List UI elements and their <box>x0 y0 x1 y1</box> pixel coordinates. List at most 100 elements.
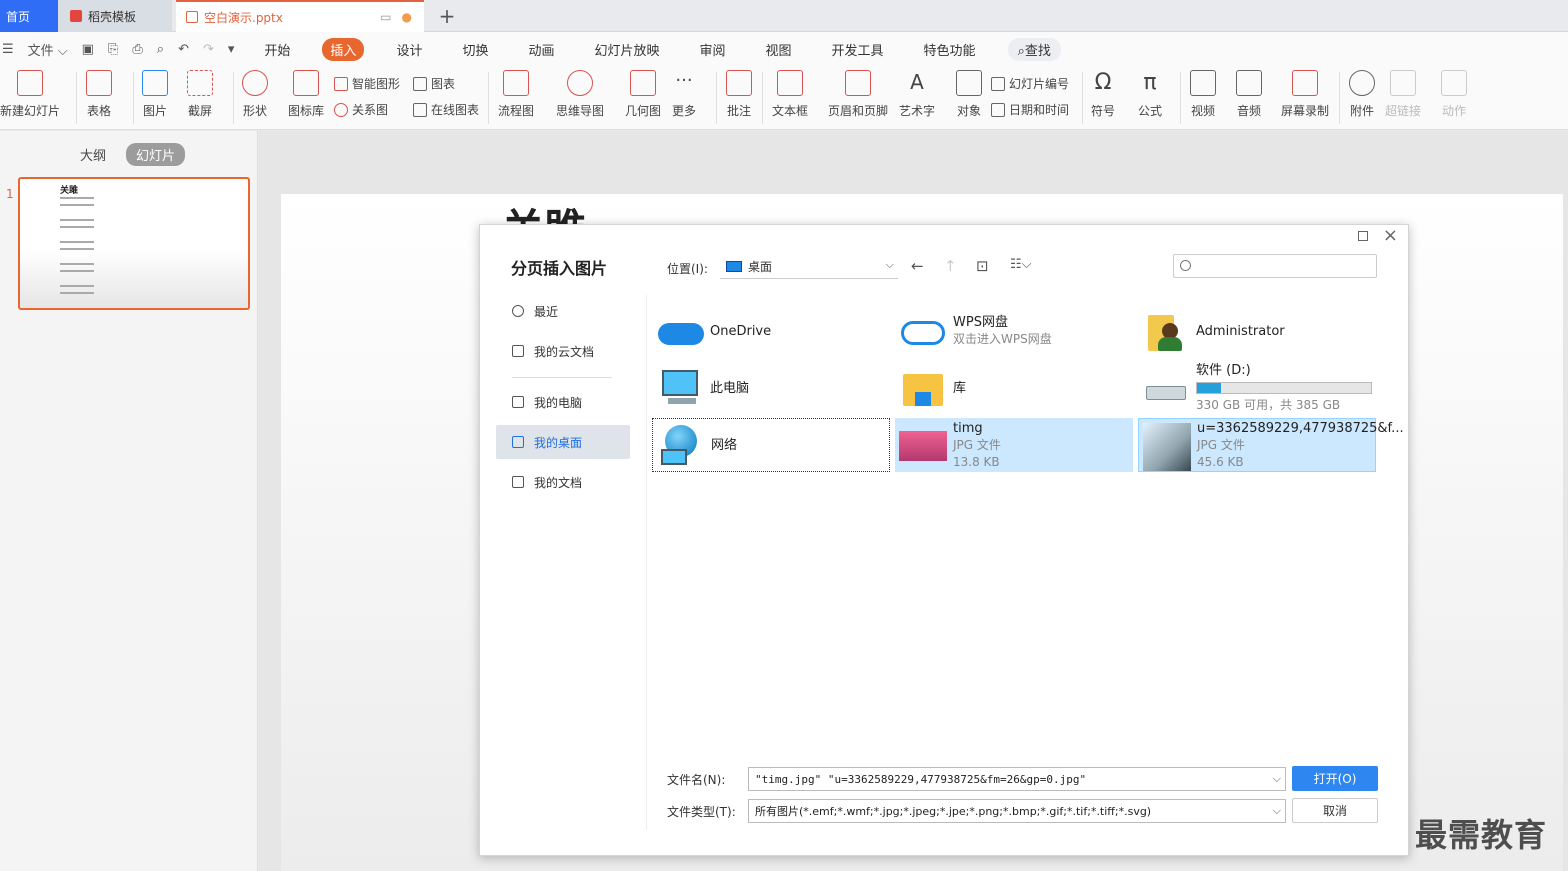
filetype-select[interactable]: 所有图片(*.emf;*.wmf;*.jpg;*.jpeg;*.jpe;*.pn… <box>748 799 1286 823</box>
textbox-button[interactable]: 文本框 <box>772 70 808 119</box>
file-item-drive-d[interactable]: 软件 (D:) 330 GB 可用，共 385 GB <box>1138 361 1376 415</box>
new-tab-button[interactable]: + <box>432 0 462 32</box>
menu-features[interactable]: 特色功能 <box>916 38 984 61</box>
online-chart-label: 在线图表 <box>431 103 480 117</box>
filename-input[interactable]: "timg.jpg" "u=3362589229,477938725&fm=26… <box>748 767 1286 791</box>
nav-my-desktop[interactable]: 我的桌面 <box>496 425 630 459</box>
print-icon[interactable]: ⎙ <box>132 42 142 57</box>
redo-icon[interactable]: ↷ <box>203 42 214 57</box>
file-item-timg[interactable]: timg JPG 文件 13.8 KB <box>895 418 1133 472</box>
calendar-icon <box>991 102 1005 117</box>
nav-my-documents[interactable]: 我的文档 <box>496 465 630 499</box>
menu-file[interactable]: 文件 ⌵ <box>28 40 68 59</box>
menu-start[interactable]: 开始 <box>256 38 298 61</box>
tab-document[interactable]: 空白演示.pptx ▭ ● <box>176 0 424 32</box>
link-icon <box>1390 70 1416 96</box>
close-icon[interactable]: × <box>1383 225 1398 246</box>
file-item-onedrive[interactable]: OneDrive <box>652 304 890 358</box>
relation-button[interactable]: 关系图 <box>334 101 388 118</box>
filetype-label: 文件类型(T): <box>667 805 736 819</box>
cancel-button[interactable]: 取消 <box>1292 798 1378 823</box>
menu-developer[interactable]: 开发工具 <box>824 38 892 61</box>
datetime-button[interactable]: 日期和时间 <box>991 101 1069 118</box>
symbol-button[interactable]: Ω 符号 <box>1090 70 1116 119</box>
action-button[interactable]: 动作 <box>1441 70 1467 119</box>
search-command[interactable]: ⌕查找 <box>1007 37 1061 61</box>
tab-template[interactable]: 稻壳模板 <box>58 0 172 32</box>
tab-bar: 首页 稻壳模板 空白演示.pptx ▭ ● + <box>0 0 1568 32</box>
menu-slideshow[interactable]: 幻灯片放映 <box>586 38 667 61</box>
new-slide-button[interactable]: 新建幻灯片 <box>0 70 60 119</box>
preview-icon[interactable]: ⌕ <box>157 42 164 57</box>
icon-library-button[interactable]: 图标库 <box>288 70 324 119</box>
chart-button[interactable]: 图表 <box>413 75 455 92</box>
file-item-administrator[interactable]: Administrator <box>1138 304 1376 358</box>
new-folder-icon[interactable]: ⊡ <box>976 257 989 275</box>
smart-art-button[interactable]: 智能图形 <box>334 75 400 92</box>
tab-outline[interactable]: 大纲 <box>70 143 116 166</box>
up-arrow-icon[interactable]: ↑ <box>944 257 957 275</box>
flowchart-button[interactable]: 流程图 <box>498 70 534 119</box>
location-dropdown[interactable]: 桌面 ⌵ <box>720 255 898 279</box>
divider <box>233 72 234 124</box>
audio-button[interactable]: 音频 <box>1236 70 1262 119</box>
file-item-this-pc[interactable]: 此电脑 <box>652 361 890 415</box>
file-item-wps-cloud[interactable]: WPS网盘 双击进入WPS网盘 <box>895 304 1133 358</box>
action-label: 动作 <box>1441 104 1466 118</box>
menu-animation[interactable]: 动画 <box>520 38 562 61</box>
view-mode-icon[interactable]: ☷⌵ <box>1010 257 1032 272</box>
save-icon[interactable]: ▣ <box>82 42 94 57</box>
slide-thumbnail[interactable]: 关雎 <box>18 177 250 310</box>
mindmap-button[interactable]: 思维导图 <box>556 70 604 119</box>
nav-my-computer[interactable]: 我的电脑 <box>496 385 630 419</box>
screenshot-label: 截屏 <box>187 104 212 118</box>
chevron-down-icon[interactable]: ⌵ <box>1273 772 1281 786</box>
drive-usage-fill <box>1197 383 1222 393</box>
open-button[interactable]: 打开(O) <box>1292 766 1378 791</box>
nav-cloud-docs[interactable]: 我的云文档 <box>496 334 630 368</box>
header-footer-button[interactable]: 页眉和页脚 <box>828 70 888 119</box>
attachment-button[interactable]: 附件 <box>1349 70 1375 119</box>
chevron-down-icon[interactable]: ⌵ <box>1273 804 1281 818</box>
menu-review[interactable]: 审阅 <box>692 38 734 61</box>
maximize-icon[interactable] <box>1358 231 1368 241</box>
wordart-button[interactable]: A 艺术字 <box>899 70 935 119</box>
picture-button[interactable]: 图片 <box>142 70 168 119</box>
search-input[interactable] <box>1173 254 1377 278</box>
share-icon[interactable]: ⎘ <box>108 42 118 57</box>
menu-transition[interactable]: 切换 <box>454 38 496 61</box>
object-button[interactable]: 对象 <box>956 70 982 119</box>
comment-button[interactable]: 批注 <box>726 70 752 119</box>
wordart-label: 艺术字 <box>899 104 936 118</box>
tab-document-label: 空白演示.pptx <box>204 10 283 25</box>
picture-label: 图片 <box>142 104 167 118</box>
menu-insert[interactable]: 插入 <box>322 37 365 61</box>
customize-icon[interactable]: ▾ <box>228 42 235 57</box>
geometry-button[interactable]: 几何图 <box>625 70 661 119</box>
file-item-network[interactable]: 网络 <box>652 418 890 472</box>
screen-record-button[interactable]: 屏幕录制 <box>1281 70 1329 119</box>
comment-icon <box>726 70 752 96</box>
online-chart-button[interactable]: 在线图表 <box>413 101 479 118</box>
more-button[interactable]: ··· 更多 <box>671 70 697 119</box>
network-globe-icon <box>657 423 705 467</box>
video-button[interactable]: 视频 <box>1190 70 1216 119</box>
formula-button[interactable]: π 公式 <box>1137 70 1163 119</box>
tab-home[interactable]: 首页 <box>0 0 58 32</box>
file-item-u-image[interactable]: u=3362589229,477938725&f... JPG 文件 45.6 KB <box>1138 418 1404 472</box>
nav-recent[interactable]: 最近 <box>496 294 630 328</box>
menu-design[interactable]: 设计 <box>388 38 430 61</box>
tab-slides[interactable]: 幻灯片 <box>126 143 186 166</box>
hamburger-icon[interactable]: ☰ <box>2 42 14 57</box>
table-button[interactable]: 表格 <box>86 70 112 119</box>
item-name: 软件 (D:) <box>1196 363 1251 378</box>
slide-number-button[interactable]: 幻灯片编号 <box>991 75 1069 92</box>
file-item-library[interactable]: 库 <box>895 361 1133 415</box>
monitor-icon[interactable]: ▭ <box>380 10 391 24</box>
back-arrow-icon[interactable]: ← <box>911 257 924 275</box>
screenshot-button[interactable]: 截屏 <box>187 70 213 119</box>
menu-view[interactable]: 视图 <box>758 38 800 61</box>
hyperlink-button[interactable]: 超链接 <box>1385 70 1421 119</box>
shape-button[interactable]: 形状 <box>242 70 268 119</box>
undo-icon[interactable]: ↶ <box>178 42 189 57</box>
